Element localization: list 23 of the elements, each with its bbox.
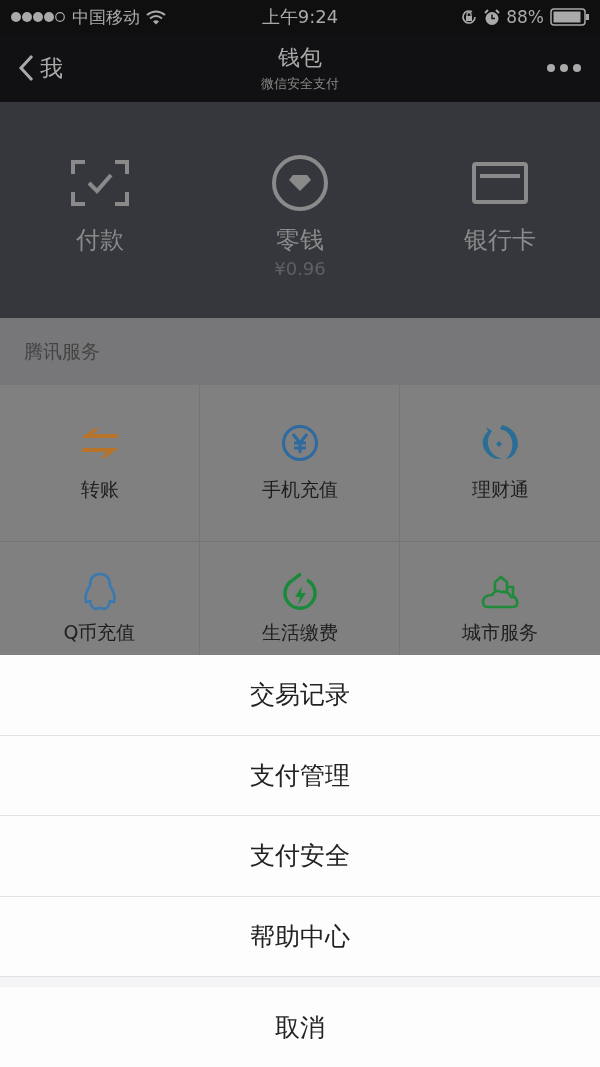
action-sheet-item[interactable]: 交易记录	[0, 655, 600, 736]
service-item[interactable]: 转账	[0, 385, 200, 542]
wallet-item[interactable]: 银行卡	[400, 102, 600, 318]
service-item[interactable]: 手机充值	[200, 385, 400, 542]
alarm-icon	[484, 8, 501, 26]
action-sheet-item[interactable]: 支付管理	[0, 735, 600, 817]
clock-time: 上午9:24	[261, 5, 339, 29]
diamond-circle-icon	[271, 154, 329, 212]
page-title: 钱包	[278, 44, 322, 72]
wallet-item[interactable]: 付款	[0, 102, 200, 318]
action-sheet-item[interactable]: 支付安全	[0, 816, 600, 897]
rotation-lock-icon	[460, 8, 479, 26]
carrier-name: 中国移动	[72, 5, 140, 29]
battery-icon	[550, 8, 590, 26]
wifi-icon	[146, 9, 166, 25]
battery-percent: 88%	[506, 7, 544, 27]
page-subtitle: 微信安全支付	[261, 75, 339, 93]
action-sheet-item[interactable]: 帮助中心	[0, 896, 600, 978]
more-icon	[546, 63, 582, 73]
signal-icon	[10, 11, 66, 23]
back-button[interactable]: 我	[14, 48, 67, 88]
cancel-button[interactable]: 取消	[0, 987, 600, 1067]
chevron-left-icon	[18, 54, 34, 82]
